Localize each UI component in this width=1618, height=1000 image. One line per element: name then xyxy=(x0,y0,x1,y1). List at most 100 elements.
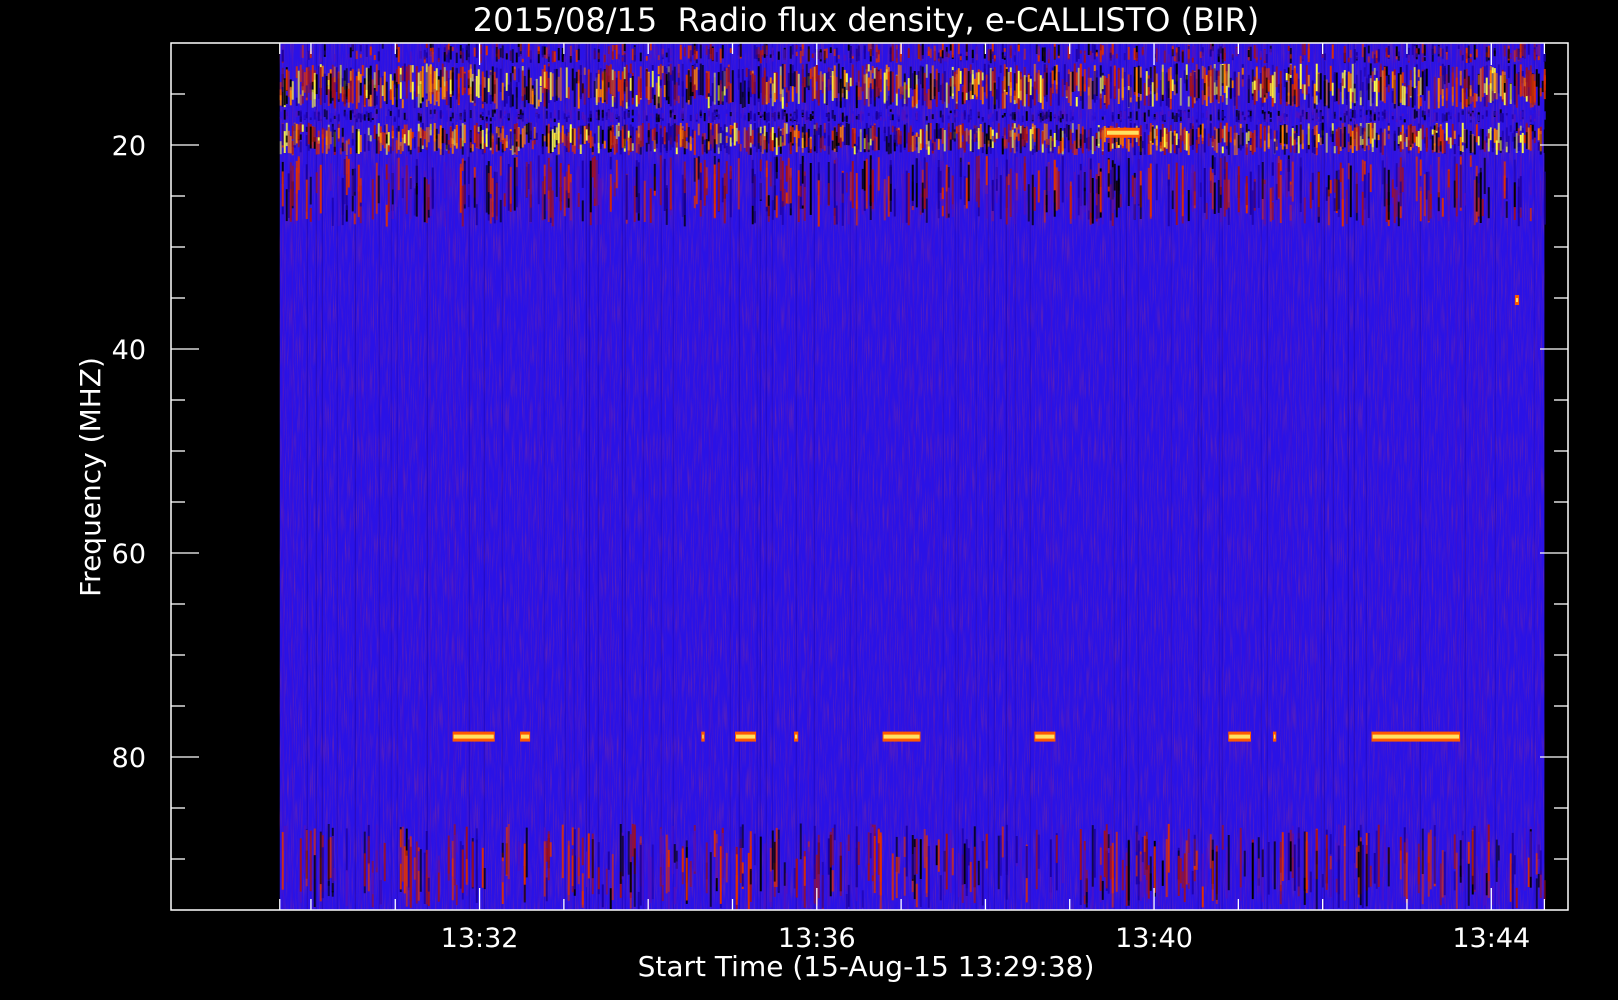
y-tick-label: 80 xyxy=(112,743,146,774)
noise-streak xyxy=(642,43,644,910)
noise-streak xyxy=(621,43,623,910)
x-tick-label: 13:32 xyxy=(441,923,519,954)
noise-streak xyxy=(954,43,956,910)
noise-streak xyxy=(366,43,368,910)
noise-streak xyxy=(1446,43,1448,910)
noise-streak xyxy=(588,43,590,910)
noise-streak xyxy=(483,43,485,910)
burst-blip-core xyxy=(1273,734,1276,739)
noise-streak xyxy=(453,43,455,910)
noise-streak xyxy=(1065,43,1067,910)
noise-streak xyxy=(807,43,809,910)
noise-streak xyxy=(1353,43,1355,910)
noise-streak xyxy=(1392,43,1394,910)
noise-streak xyxy=(987,43,989,910)
noise-streak xyxy=(1245,43,1247,910)
burst-blip-core xyxy=(1035,734,1055,739)
noise-streak xyxy=(576,43,578,910)
noise-streak xyxy=(795,43,797,910)
noise-streak xyxy=(1218,43,1220,910)
noise-streak xyxy=(756,43,758,910)
noise-streak xyxy=(750,43,752,910)
noise-streak xyxy=(360,43,362,910)
noise-streak xyxy=(1410,43,1412,910)
noise-streak xyxy=(1365,43,1367,910)
burst-blip-core xyxy=(521,734,530,739)
noise-streak xyxy=(1266,43,1268,910)
noise-streak xyxy=(378,43,380,910)
burst-blip-core xyxy=(883,734,920,739)
noise-streak xyxy=(1332,43,1334,910)
noise-streak xyxy=(969,43,971,910)
noise-streak xyxy=(888,43,890,910)
noise-streak xyxy=(570,43,572,910)
noise-streak xyxy=(501,43,503,910)
burst-blip-core xyxy=(1515,298,1519,303)
noise-streak xyxy=(813,43,815,910)
x-tick-label: 13:44 xyxy=(1452,923,1530,954)
noise-streak xyxy=(300,43,302,910)
noise-streak xyxy=(321,43,323,910)
noise-streak xyxy=(1533,43,1535,910)
noise-streak xyxy=(1029,43,1031,910)
y-tick-label: 60 xyxy=(112,539,146,570)
spectrogram-chart: 2015/08/15 Radio flux density, e-CALLIST… xyxy=(0,0,1618,1000)
noise-streak xyxy=(1506,43,1508,910)
noise-streak xyxy=(426,43,428,910)
burst-blip-core xyxy=(736,734,756,739)
y-axis-label: Frequency (MHZ) xyxy=(74,357,107,597)
noise-streak xyxy=(903,43,905,910)
noise-streak xyxy=(1050,43,1052,910)
noise-streak xyxy=(771,43,773,910)
noise-streak xyxy=(1200,43,1202,910)
noise-streak xyxy=(1323,43,1325,910)
noise-streak xyxy=(672,43,674,910)
noise-streak xyxy=(1119,43,1121,910)
burst-blip-core xyxy=(702,734,704,739)
noise-streak xyxy=(1221,43,1223,910)
noise-streak xyxy=(1170,43,1172,910)
y-tick-label: 20 xyxy=(112,131,146,162)
y-tick-label: 40 xyxy=(112,335,146,366)
noise-streak xyxy=(708,43,710,910)
noise-streak xyxy=(1314,43,1316,910)
burst-blip-core xyxy=(1229,734,1250,739)
noise-streak xyxy=(1290,43,1292,910)
noise-streak xyxy=(573,43,575,910)
noise-streak xyxy=(1494,43,1496,910)
chart-title: 2015/08/15 Radio flux density, e-CALLIST… xyxy=(473,1,1259,39)
noise-streak xyxy=(1485,43,1487,910)
noise-streak xyxy=(1377,43,1379,910)
noise-streak xyxy=(1125,43,1127,910)
noise-streak xyxy=(1473,43,1475,910)
noise-streak xyxy=(675,43,677,910)
noise-streak xyxy=(471,43,473,910)
noise-streak xyxy=(435,43,437,910)
noise-streak xyxy=(1260,43,1262,910)
noise-streak xyxy=(624,43,626,910)
noise-streak xyxy=(1320,43,1322,910)
noise-streak xyxy=(417,43,419,910)
noise-streak xyxy=(597,43,599,910)
noise-streak xyxy=(957,43,959,910)
noise-streak xyxy=(759,43,761,910)
burst-blip-core xyxy=(1372,734,1460,739)
noise-streak xyxy=(447,43,449,910)
noise-streak xyxy=(1281,43,1283,910)
plot-area xyxy=(279,43,1546,910)
noise-streak xyxy=(993,43,995,910)
noise-streak xyxy=(711,43,713,910)
noise-streak xyxy=(1008,43,1010,910)
noise-streak xyxy=(564,43,566,910)
burst-blip-core xyxy=(453,734,494,739)
noise-streak xyxy=(1464,43,1466,910)
noise-streak xyxy=(1536,43,1538,910)
noise-streak xyxy=(1482,43,1484,910)
burst-blip-core xyxy=(1106,130,1139,135)
noise-streak xyxy=(603,43,605,910)
noise-streak xyxy=(648,43,650,910)
noise-streak xyxy=(1197,43,1199,910)
noise-streak xyxy=(336,43,338,910)
noise-streak xyxy=(390,43,392,910)
noise-streak xyxy=(1164,43,1166,910)
